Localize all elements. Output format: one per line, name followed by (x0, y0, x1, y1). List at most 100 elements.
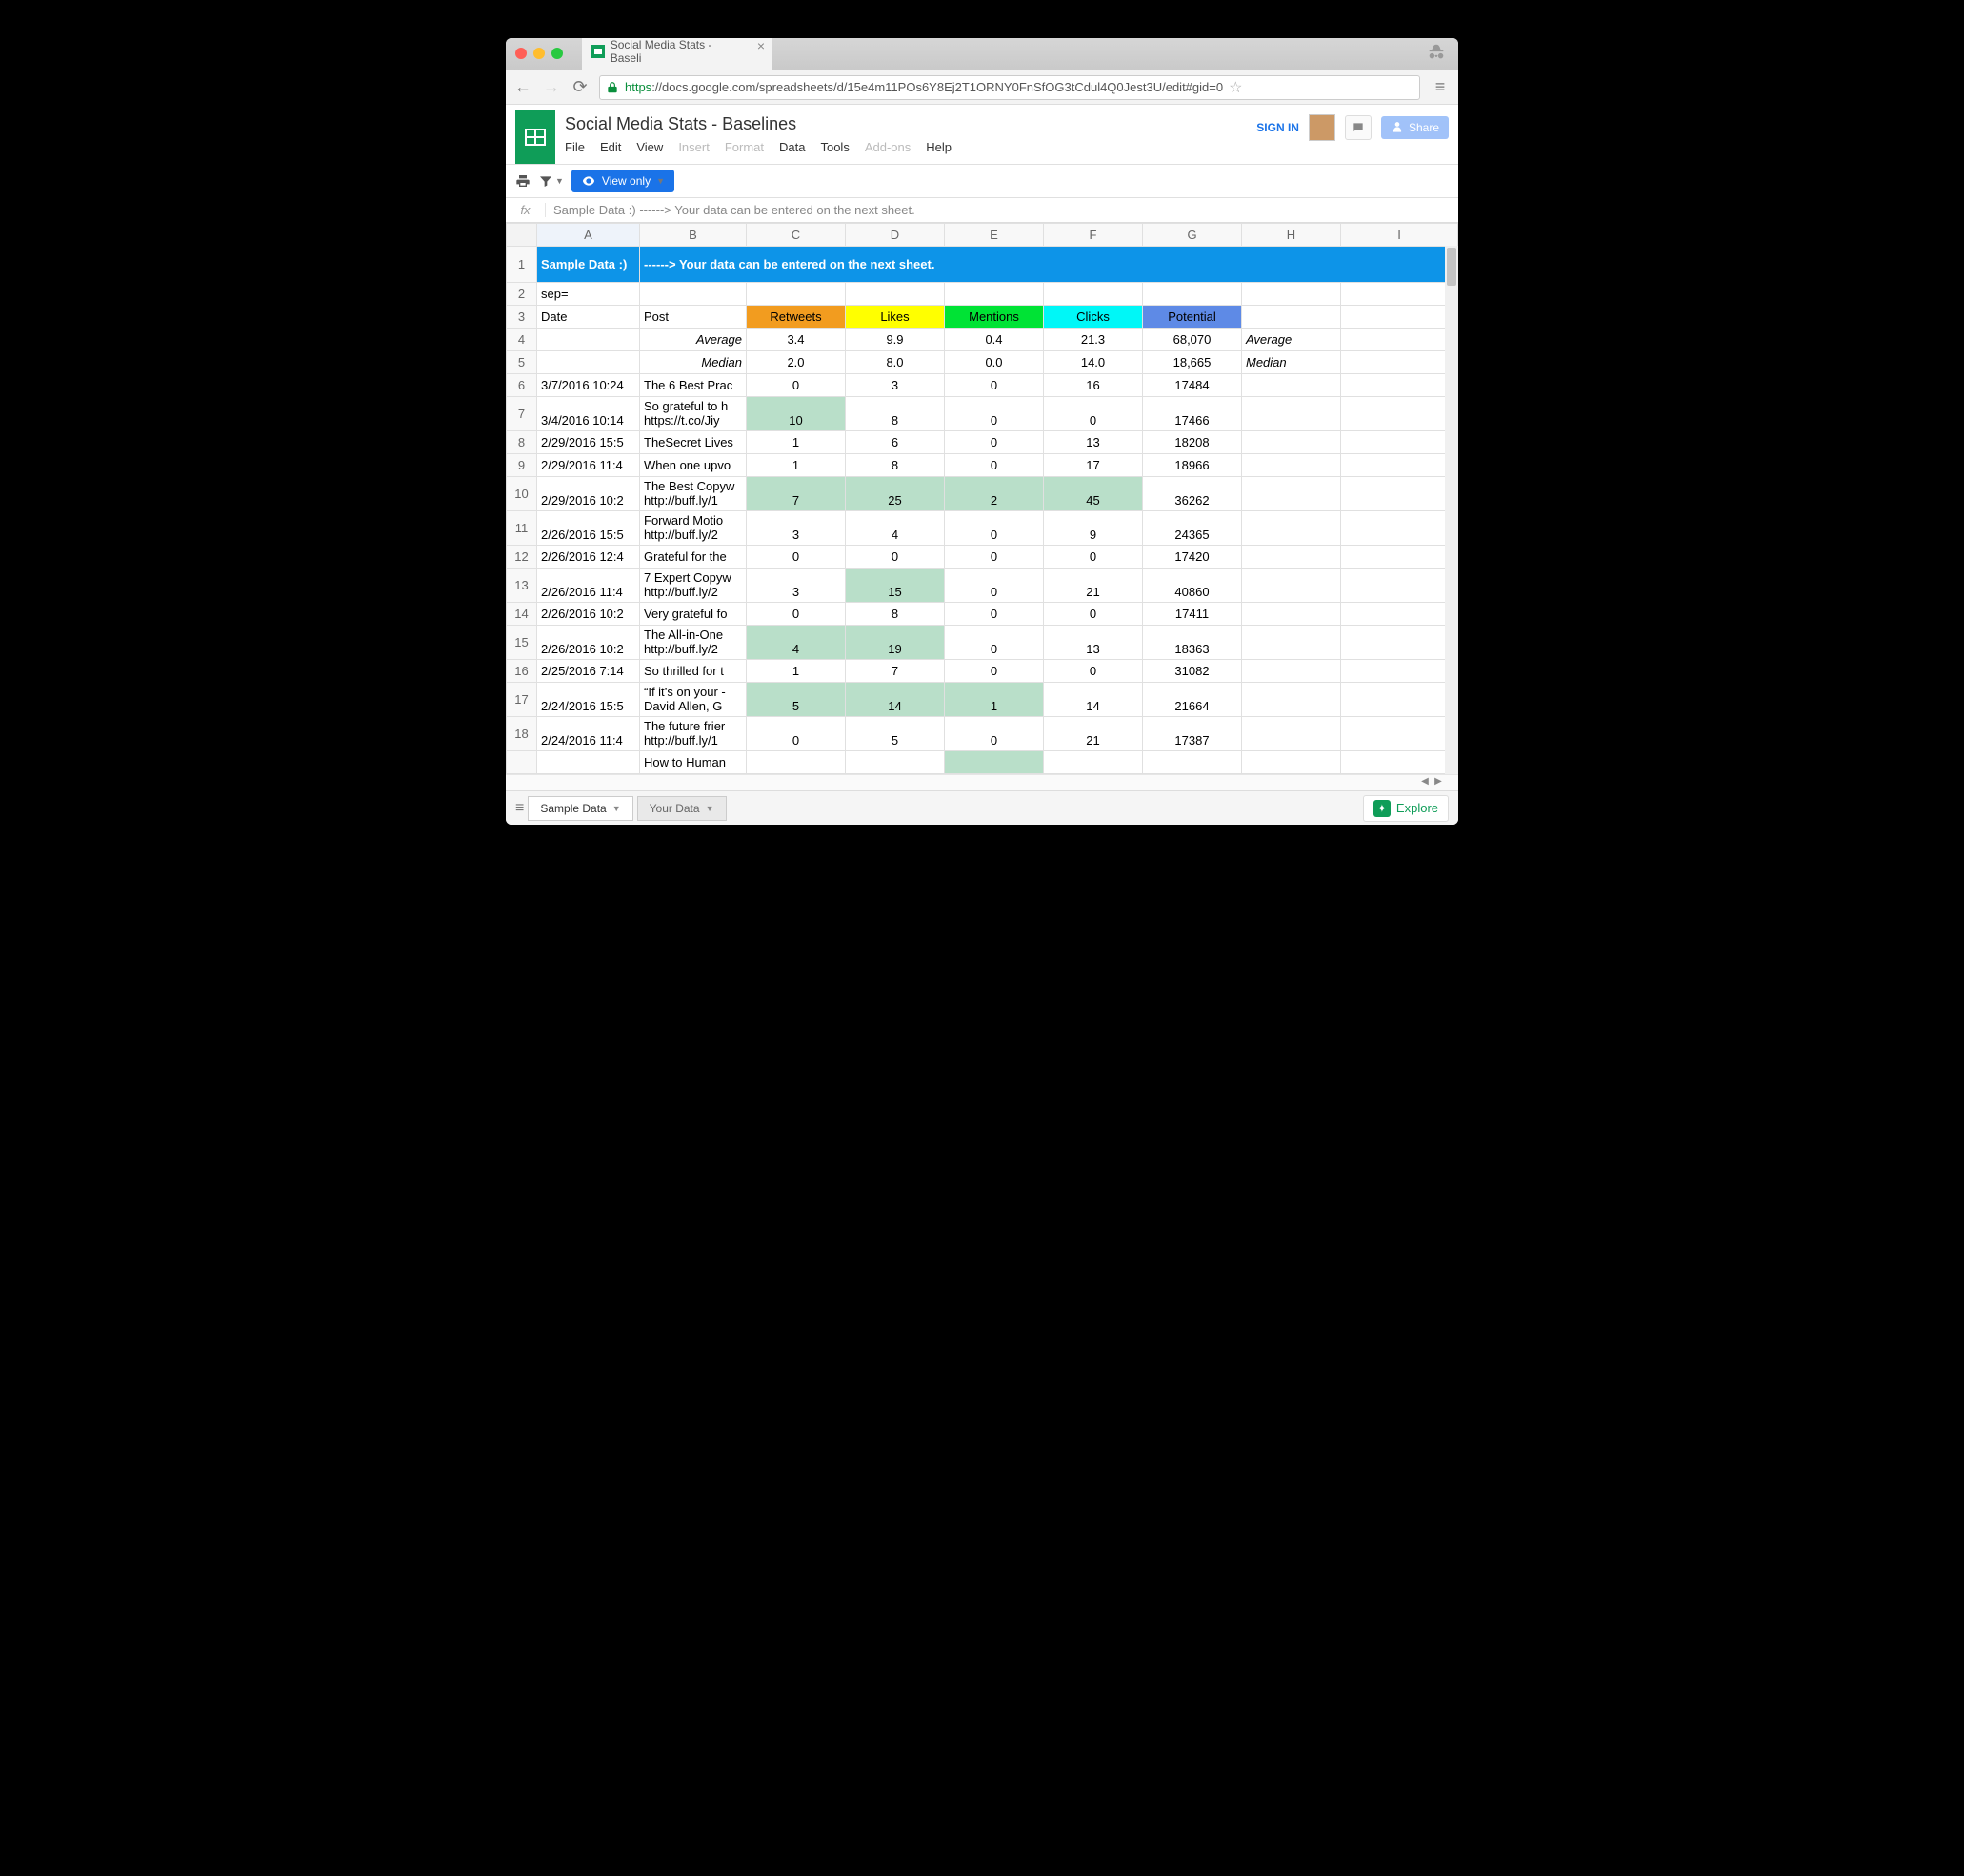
cell[interactable]: Median (1242, 351, 1341, 374)
scroll-right-icon[interactable]: ▶ (1432, 776, 1445, 789)
cell[interactable]: 9 (1044, 511, 1143, 546)
cell[interactable] (1341, 306, 1458, 329)
column-header[interactable]: H (1242, 224, 1341, 247)
reload-button[interactable]: ⟳ (571, 77, 590, 97)
cell[interactable]: 8 (846, 397, 945, 431)
cell[interactable]: 2/26/2016 10:2 (537, 626, 640, 660)
cell[interactable] (1341, 626, 1458, 660)
cell[interactable]: 3.4 (747, 329, 846, 351)
row-header[interactable] (507, 751, 537, 774)
cell[interactable] (1242, 603, 1341, 626)
cell[interactable]: 21.3 (1044, 329, 1143, 351)
cell[interactable]: 6 (846, 431, 945, 454)
cell[interactable]: 0 (1044, 546, 1143, 569)
row-header[interactable]: 12 (507, 546, 537, 569)
filter-button[interactable]: ▼ (538, 173, 564, 189)
cell[interactable]: 1 (747, 431, 846, 454)
close-tab-icon[interactable]: × (757, 39, 765, 52)
cell[interactable]: TheSecret Lives (640, 431, 747, 454)
cell[interactable]: 2/26/2016 11:4 (537, 569, 640, 603)
sheets-app-icon[interactable] (515, 110, 555, 164)
column-header[interactable]: F (1044, 224, 1143, 247)
cell[interactable] (1143, 283, 1242, 306)
menu-file[interactable]: File (565, 140, 585, 154)
cell[interactable]: So grateful to h https://t.co/Jiy (640, 397, 747, 431)
cell[interactable]: When one upvo (640, 454, 747, 477)
cell[interactable] (1044, 751, 1143, 774)
cell[interactable]: 36262 (1143, 477, 1242, 511)
cell[interactable]: 0 (747, 717, 846, 751)
cell[interactable]: 0 (747, 603, 846, 626)
menu-help[interactable]: Help (926, 140, 952, 154)
browser-tab[interactable]: Social Media Stats - Baseli × (582, 38, 772, 70)
cell[interactable]: 15 (846, 569, 945, 603)
menu-data[interactable]: Data (779, 140, 805, 154)
cell[interactable]: Post (640, 306, 747, 329)
cell[interactable] (1242, 717, 1341, 751)
column-header[interactable]: E (945, 224, 1044, 247)
row-header[interactable]: 4 (507, 329, 537, 351)
cell[interactable] (537, 751, 640, 774)
cell[interactable]: 14 (1044, 683, 1143, 717)
cell[interactable] (1341, 477, 1458, 511)
cell[interactable] (1341, 603, 1458, 626)
row-header[interactable]: 11 (507, 511, 537, 546)
cell[interactable]: 14.0 (1044, 351, 1143, 374)
cell[interactable]: 7 Expert Copyw http://buff.ly/2 (640, 569, 747, 603)
cell[interactable]: 5 (846, 717, 945, 751)
cell[interactable]: 13 (1044, 626, 1143, 660)
cell[interactable]: “If it’s on your - David Allen, G (640, 683, 747, 717)
cell[interactable]: 40860 (1143, 569, 1242, 603)
row-header[interactable]: 5 (507, 351, 537, 374)
cell[interactable]: 2/25/2016 7:14 (537, 660, 640, 683)
forward-button[interactable]: → (542, 77, 561, 97)
cell[interactable]: 68,070 (1143, 329, 1242, 351)
cell[interactable]: Sample Data :) (537, 247, 640, 283)
cell[interactable] (1242, 374, 1341, 397)
cell[interactable]: 0 (945, 546, 1044, 569)
cell[interactable]: 0 (1044, 397, 1143, 431)
cell[interactable]: 2/24/2016 15:5 (537, 683, 640, 717)
cell[interactable]: 8 (846, 603, 945, 626)
row-header[interactable]: 16 (507, 660, 537, 683)
cell[interactable] (1341, 660, 1458, 683)
column-header[interactable]: A (537, 224, 640, 247)
cell[interactable]: Retweets (747, 306, 846, 329)
menu-edit[interactable]: Edit (600, 140, 621, 154)
cell[interactable]: 17 (1044, 454, 1143, 477)
row-header[interactable]: 7 (507, 397, 537, 431)
cell[interactable]: 17466 (1143, 397, 1242, 431)
print-button[interactable] (515, 173, 531, 189)
cell[interactable]: So thrilled for t (640, 660, 747, 683)
cell[interactable]: The future frier http://buff.ly/1 (640, 717, 747, 751)
cell[interactable]: Mentions (945, 306, 1044, 329)
cell[interactable]: 0 (945, 603, 1044, 626)
explore-button[interactable]: ✦ Explore (1363, 795, 1449, 822)
menu-tools[interactable]: Tools (820, 140, 849, 154)
cell[interactable] (945, 751, 1044, 774)
cell[interactable]: 1 (747, 454, 846, 477)
cell[interactable]: 0 (945, 511, 1044, 546)
cell[interactable]: 2/29/2016 10:2 (537, 477, 640, 511)
sign-in-link[interactable]: SIGN IN (1256, 121, 1299, 134)
row-header[interactable]: 13 (507, 569, 537, 603)
cell[interactable]: Grateful for the (640, 546, 747, 569)
cell[interactable]: 2/29/2016 15:5 (537, 431, 640, 454)
cell[interactable] (747, 751, 846, 774)
cell[interactable] (1341, 546, 1458, 569)
cell[interactable]: 0 (945, 626, 1044, 660)
horizontal-scrollbar[interactable]: ◀ ▶ (506, 774, 1458, 790)
row-header[interactable]: 6 (507, 374, 537, 397)
chevron-down-icon[interactable]: ▼ (612, 804, 621, 813)
row-header[interactable]: 3 (507, 306, 537, 329)
menu-insert[interactable]: Insert (678, 140, 710, 154)
share-button[interactable]: Share (1381, 116, 1449, 139)
cell[interactable]: Average (1242, 329, 1341, 351)
cell[interactable]: 13 (1044, 431, 1143, 454)
cell[interactable] (1341, 683, 1458, 717)
cell[interactable]: 18208 (1143, 431, 1242, 454)
cell[interactable]: 17411 (1143, 603, 1242, 626)
cell[interactable]: 0 (945, 431, 1044, 454)
browser-menu-button[interactable]: ≡ (1430, 77, 1451, 97)
cell[interactable]: Forward Motio http://buff.ly/2 (640, 511, 747, 546)
